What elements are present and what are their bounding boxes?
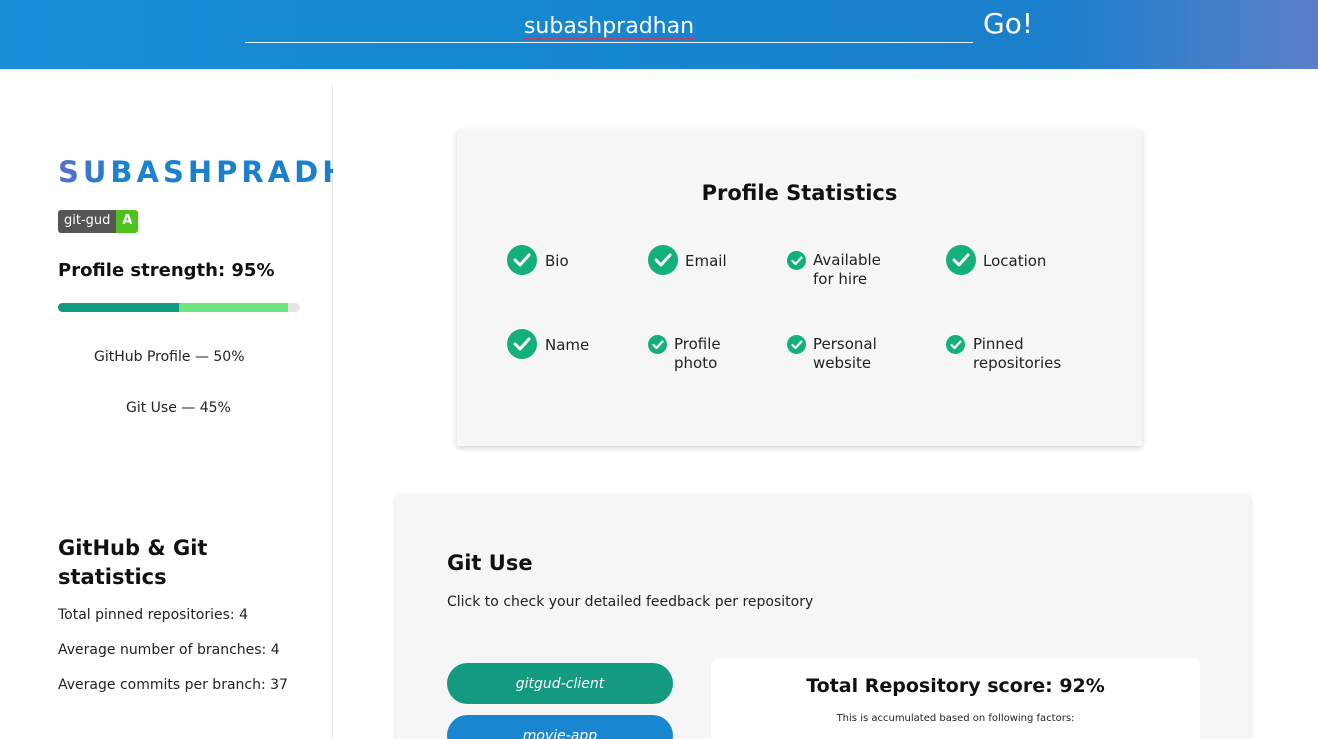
badge-label: git-gud bbox=[58, 210, 117, 233]
legend-git-use: Git Use — 45% bbox=[126, 400, 231, 416]
check-circle-icon bbox=[507, 329, 537, 359]
stat-item-label: Available for hire bbox=[813, 251, 881, 288]
search-field-wrapper bbox=[245, 0, 973, 43]
go-button[interactable]: Go! bbox=[983, 4, 1033, 42]
total-repository-score: Total Repository score: 92% bbox=[806, 675, 1105, 697]
profile-sidebar: SUBASHPRADHAN git-gud A Profile strength… bbox=[0, 85, 333, 739]
score-factors-note: This is accumulated based on following f… bbox=[836, 713, 1075, 724]
check-circle-icon bbox=[787, 335, 806, 354]
stat-item-label: Location bbox=[983, 252, 1047, 270]
repo-button-gitgud-client[interactable]: gitgud-client bbox=[447, 663, 673, 704]
spellcheck-underline bbox=[523, 38, 695, 40]
stat-item-label: Email bbox=[685, 252, 727, 270]
stat-item-label: Bio bbox=[545, 252, 569, 270]
legend-github-profile: GitHub Profile — 50% bbox=[94, 349, 245, 365]
username-heading: SUBASHPRADHAN bbox=[58, 155, 333, 189]
stat-item-label: Personal website bbox=[813, 335, 877, 372]
stat-item-label: Profile photo bbox=[674, 335, 721, 372]
github-profile-segment bbox=[58, 303, 179, 312]
badge-grade: A bbox=[116, 210, 139, 233]
check-circle-icon bbox=[648, 335, 667, 354]
top-search-bar: Go! bbox=[0, 0, 1318, 69]
stat-avg-commits: Average commits per branch: 37 bbox=[58, 677, 288, 693]
profile-strength-label: Profile strength: 95% bbox=[58, 260, 275, 281]
stat-item-label: Pinned repositories bbox=[973, 335, 1062, 372]
profile-statistics-title: Profile Statistics bbox=[701, 181, 898, 205]
stat-item-bio: Bio bbox=[507, 245, 569, 275]
github-git-stats-heading: GitHub & Git statistics bbox=[58, 536, 208, 589]
stat-item-pinned-repositories: Pinned repositories bbox=[946, 335, 1073, 373]
git-use-card: Git Use Click to check your detailed fee… bbox=[396, 495, 1250, 739]
repo-button-movie-app[interactable]: movie-app bbox=[447, 715, 673, 739]
repository-score-panel: Total Repository score: 92% This is accu… bbox=[711, 658, 1200, 739]
stat-item-location: Location bbox=[946, 245, 1046, 275]
check-circle-icon bbox=[787, 251, 806, 270]
check-circle-icon bbox=[648, 245, 678, 275]
git-gud-badge: git-gud A bbox=[58, 210, 139, 233]
stat-item-available-for-hire: Available for hire bbox=[787, 251, 893, 289]
git-use-title: Git Use bbox=[447, 551, 533, 575]
check-circle-icon bbox=[946, 335, 965, 354]
check-circle-icon bbox=[946, 245, 976, 275]
stat-item-email: Email bbox=[648, 245, 727, 275]
git-use-subtitle: Click to check your detailed feedback pe… bbox=[447, 594, 814, 610]
check-circle-icon bbox=[507, 245, 537, 275]
stat-item-label: Name bbox=[545, 336, 590, 354]
stat-item-profile-photo: Profile photo bbox=[648, 335, 744, 373]
stat-item-personal-website: Personal website bbox=[787, 335, 893, 373]
profile-statistics-card: Profile Statistics Bio Email Available f… bbox=[457, 130, 1142, 446]
stat-avg-branches: Average number of branches: 4 bbox=[58, 642, 280, 658]
stat-item-name: Name bbox=[507, 329, 589, 359]
stat-pinned-repos: Total pinned repositories: 4 bbox=[58, 607, 248, 623]
git-use-segment bbox=[179, 303, 288, 312]
profile-strength-bar bbox=[58, 303, 300, 312]
